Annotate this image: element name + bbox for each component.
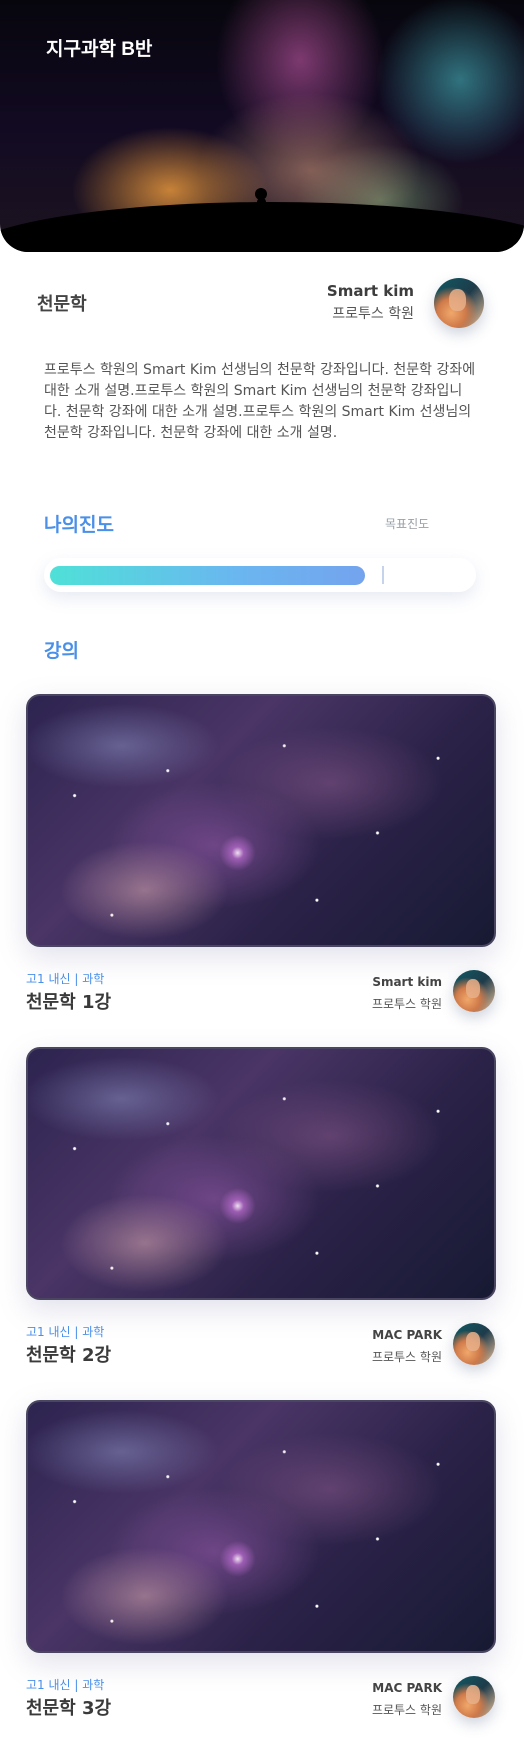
teacher-avatar[interactable]: [434, 278, 484, 328]
goal-progress-label: 목표진도: [385, 517, 430, 531]
progress-bar: [44, 558, 476, 592]
lecture-academy: 프로투스 학원: [371, 1350, 442, 1364]
lecture-category: 고1 내신 | 과학: [26, 972, 105, 986]
lecture-category: 고1 내신 | 과학: [26, 1325, 105, 1339]
teacher-name[interactable]: Smart kim: [327, 282, 414, 300]
lecture-title[interactable]: 천문학 1강: [26, 988, 111, 1014]
lecture-category: 고1 내신 | 과학: [26, 1678, 105, 1692]
lecture-teacher-avatar[interactable]: [453, 1323, 495, 1365]
lecture-academy: 프로투스 학원: [371, 997, 442, 1011]
goal-progress-marker: [382, 566, 384, 584]
lecture-thumbnail[interactable]: [26, 1047, 496, 1300]
lecture-thumbnail[interactable]: [26, 694, 496, 947]
lecture-teacher-name: Smart kim: [372, 975, 442, 989]
hero-person-silhouette: [257, 198, 266, 238]
class-title: 지구과학 B반: [46, 39, 153, 60]
teacher-academy: 프로투스 학원: [332, 306, 414, 322]
lecture-teacher-avatar[interactable]: [453, 1676, 495, 1718]
progress-bar-fill: [50, 566, 365, 585]
lecture-teacher-name: MAC PARK: [372, 1328, 442, 1342]
lecture-teacher-name: MAC PARK: [372, 1681, 442, 1695]
course-title: 천문학: [37, 294, 87, 315]
hero-banner: 지구과학 B반: [0, 0, 524, 252]
lecture-title[interactable]: 천문학 3강: [26, 1694, 111, 1720]
lectures-heading: 강의: [44, 640, 79, 662]
lecture-thumbnail[interactable]: [26, 1400, 496, 1653]
course-description: 프로투스 학원의 Smart Kim 선생님의 천문학 강좌입니다. 천문학 강…: [44, 362, 476, 441]
lecture-academy: 프로투스 학원: [371, 1703, 442, 1717]
lecture-teacher-avatar[interactable]: [453, 970, 495, 1012]
my-progress-title: 나의진도: [44, 514, 114, 536]
lecture-title[interactable]: 천문학 2강: [26, 1341, 111, 1367]
